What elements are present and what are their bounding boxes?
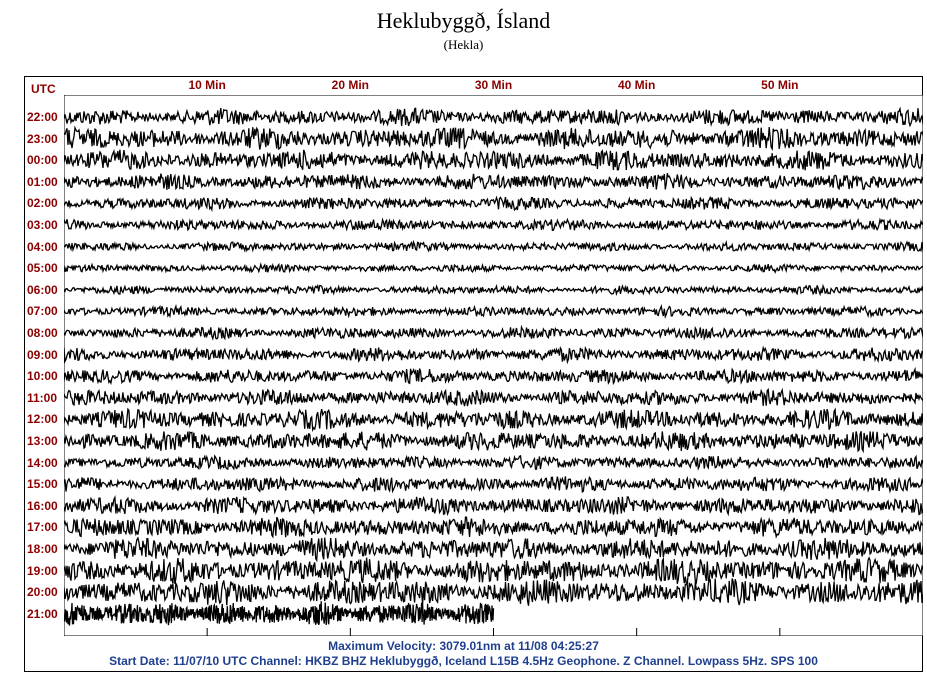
hour-row-label: 21:00 <box>27 606 58 621</box>
hour-row-label: 02:00 <box>27 196 58 211</box>
channel-info-text: Start Date: 11/07/10 UTC Channel: HKBZ B… <box>109 654 818 668</box>
hour-row-label: 19:00 <box>27 563 58 578</box>
max-velocity-text: Maximum Velocity: 3079.01nm at 11/08 04:… <box>328 639 599 653</box>
hour-row-label: 00:00 <box>27 153 58 168</box>
seismogram-plot <box>64 95 923 636</box>
hour-row-label: 23:00 <box>27 131 58 146</box>
hour-row-label: 14:00 <box>27 455 58 470</box>
hour-row-label: 08:00 <box>27 326 58 340</box>
utc-axis-label: UTC <box>31 82 56 96</box>
minute-tick-label: 40 Min <box>617 78 656 92</box>
hour-row-label: 07:00 <box>27 304 58 319</box>
hour-row-label: 16:00 <box>27 498 58 513</box>
hour-row-label: 06:00 <box>27 282 58 297</box>
hour-row-label: 10:00 <box>27 369 58 384</box>
hour-row-label: 13:00 <box>27 434 58 448</box>
hour-row-label: 20:00 <box>27 585 58 600</box>
hour-row-label: 22:00 <box>27 110 58 124</box>
hour-row-label: 12:00 <box>27 412 58 427</box>
hour-row-label: 01:00 <box>27 174 58 189</box>
hour-row-label: 11:00 <box>27 390 58 405</box>
hour-row-label: 05:00 <box>27 261 58 276</box>
hour-row-label: 04:00 <box>27 239 58 254</box>
chart-subtitle: (Hekla) <box>443 37 484 52</box>
hour-row-label: 18:00 <box>27 542 58 556</box>
hour-row-label: 15:00 <box>27 477 58 492</box>
minute-tick-label: 20 Min <box>331 78 369 92</box>
chart-title: Heklubyggð, Ísland <box>376 8 551 33</box>
hour-row-label: 03:00 <box>27 218 58 232</box>
hour-row-label: 09:00 <box>27 347 58 362</box>
minute-tick-label: 30 Min <box>474 78 513 92</box>
hour-row-label: 17:00 <box>27 520 58 535</box>
minute-tick-label: 10 Min <box>188 78 226 92</box>
minute-tick-label: 50 Min <box>761 78 799 92</box>
